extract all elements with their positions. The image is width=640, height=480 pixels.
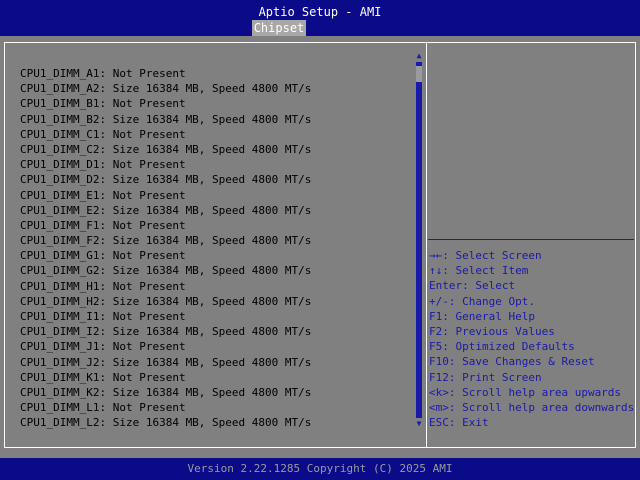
help-separator	[428, 239, 634, 240]
dimm-list: CPU1_DIMM_A1: Not Present CPU1_DIMM_A2: …	[20, 66, 311, 431]
dimm-row-j1: CPU1_DIMM_J1: Not Present	[20, 340, 186, 354]
dimm-row-h1: CPU1_DIMM_H1: Not Present	[20, 279, 186, 293]
help-change-opt: +/-: Change Opt.	[429, 294, 535, 308]
dimm-row-e2: CPU1_DIMM_E2: Size 16384 MB, Speed 4800 …	[20, 203, 312, 217]
help-previous-values: F2: Previous Values	[429, 324, 555, 338]
dimm-row-k2: CPU1_DIMM_K2: Size 16384 MB, Speed 4800 …	[20, 385, 312, 399]
dimm-row-f1: CPU1_DIMM_F1: Not Present	[20, 218, 186, 232]
help-enter-select: Enter: Select	[429, 279, 516, 293]
dimm-row-b2: CPU1_DIMM_B2: Size 16384 MB, Speed 4800 …	[20, 112, 312, 126]
help-print-screen: F12: Print Screen	[429, 370, 542, 384]
dimm-row-i2: CPU1_DIMM_I2: Size 16384 MB, Speed 4800 …	[20, 325, 312, 339]
dimm-row-f2: CPU1_DIMM_F2: Size 16384 MB, Speed 4800 …	[20, 234, 312, 248]
help-select-screen: →←: Select Screen	[429, 249, 542, 262]
key-help-list: →←: Select Screen ↑↓: Select Item Enter:…	[429, 248, 634, 430]
scrollbar[interactable]: ▲ ▼	[415, 52, 423, 428]
help-general-help: F1: General Help	[429, 309, 535, 323]
help-exit: ESC: Exit	[429, 416, 489, 430]
dimm-row-a2: CPU1_DIMM_A2: Size 16384 MB, Speed 4800 …	[20, 82, 312, 96]
dimm-row-k1: CPU1_DIMM_K1: Not Present	[20, 370, 186, 384]
dimm-row-c2: CPU1_DIMM_C2: Size 16384 MB, Speed 4800 …	[20, 142, 312, 156]
dimm-row-h2: CPU1_DIMM_H2: Size 16384 MB, Speed 4800 …	[20, 294, 312, 308]
scroll-thumb[interactable]	[416, 66, 422, 82]
scroll-up-arrow-icon[interactable]: ▲	[415, 52, 423, 60]
dimm-row-g1: CPU1_DIMM_G1: Not Present	[20, 249, 186, 263]
dimm-row-d1: CPU1_DIMM_D1: Not Present	[20, 158, 186, 172]
version-copyright: Version 2.22.1285 Copyright (C) 2025 AMI	[187, 462, 453, 475]
pane-divider	[426, 42, 427, 448]
dimm-row-g2: CPU1_DIMM_G2: Size 16384 MB, Speed 4800 …	[20, 264, 312, 278]
dimm-row-e1: CPU1_DIMM_E1: Not Present	[20, 188, 186, 202]
dimm-row-c1: CPU1_DIMM_C1: Not Present	[20, 127, 186, 141]
dimm-row-b1: CPU1_DIMM_B1: Not Present	[20, 97, 186, 111]
app-title: Aptio Setup - AMI	[258, 5, 382, 19]
dimm-row-a1: CPU1_DIMM_A1: Not Present	[20, 67, 186, 80]
dimm-row-l1: CPU1_DIMM_L1: Not Present	[20, 401, 186, 415]
help-scroll-down: <m>: Scroll help area downwards	[429, 400, 635, 414]
footer-bar: Version 2.22.1285 Copyright (C) 2025 AMI	[0, 458, 640, 480]
dimm-row-i1: CPU1_DIMM_I1: Not Present	[20, 310, 186, 323]
dimm-row-d2: CPU1_DIMM_D2: Size 16384 MB, Speed 4800 …	[20, 173, 312, 187]
help-optimized-defaults: F5: Optimized Defaults	[429, 340, 575, 354]
tab-chipset[interactable]: Chipset	[252, 20, 306, 36]
help-select-item: ↑↓: Select Item	[429, 264, 529, 278]
scroll-track[interactable]	[416, 62, 422, 418]
scroll-down-arrow-icon[interactable]: ▼	[415, 420, 423, 428]
dimm-row-j2: CPU1_DIMM_J2: Size 16384 MB, Speed 4800 …	[20, 355, 312, 369]
help-scroll-up: <k>: Scroll help area upwards	[429, 385, 622, 399]
title-bar: Aptio Setup - AMI Chipset	[0, 0, 640, 36]
help-save-reset: F10: Save Changes & Reset	[429, 355, 595, 369]
dimm-row-l2: CPU1_DIMM_L2: Size 16384 MB, Speed 4800 …	[20, 416, 312, 430]
